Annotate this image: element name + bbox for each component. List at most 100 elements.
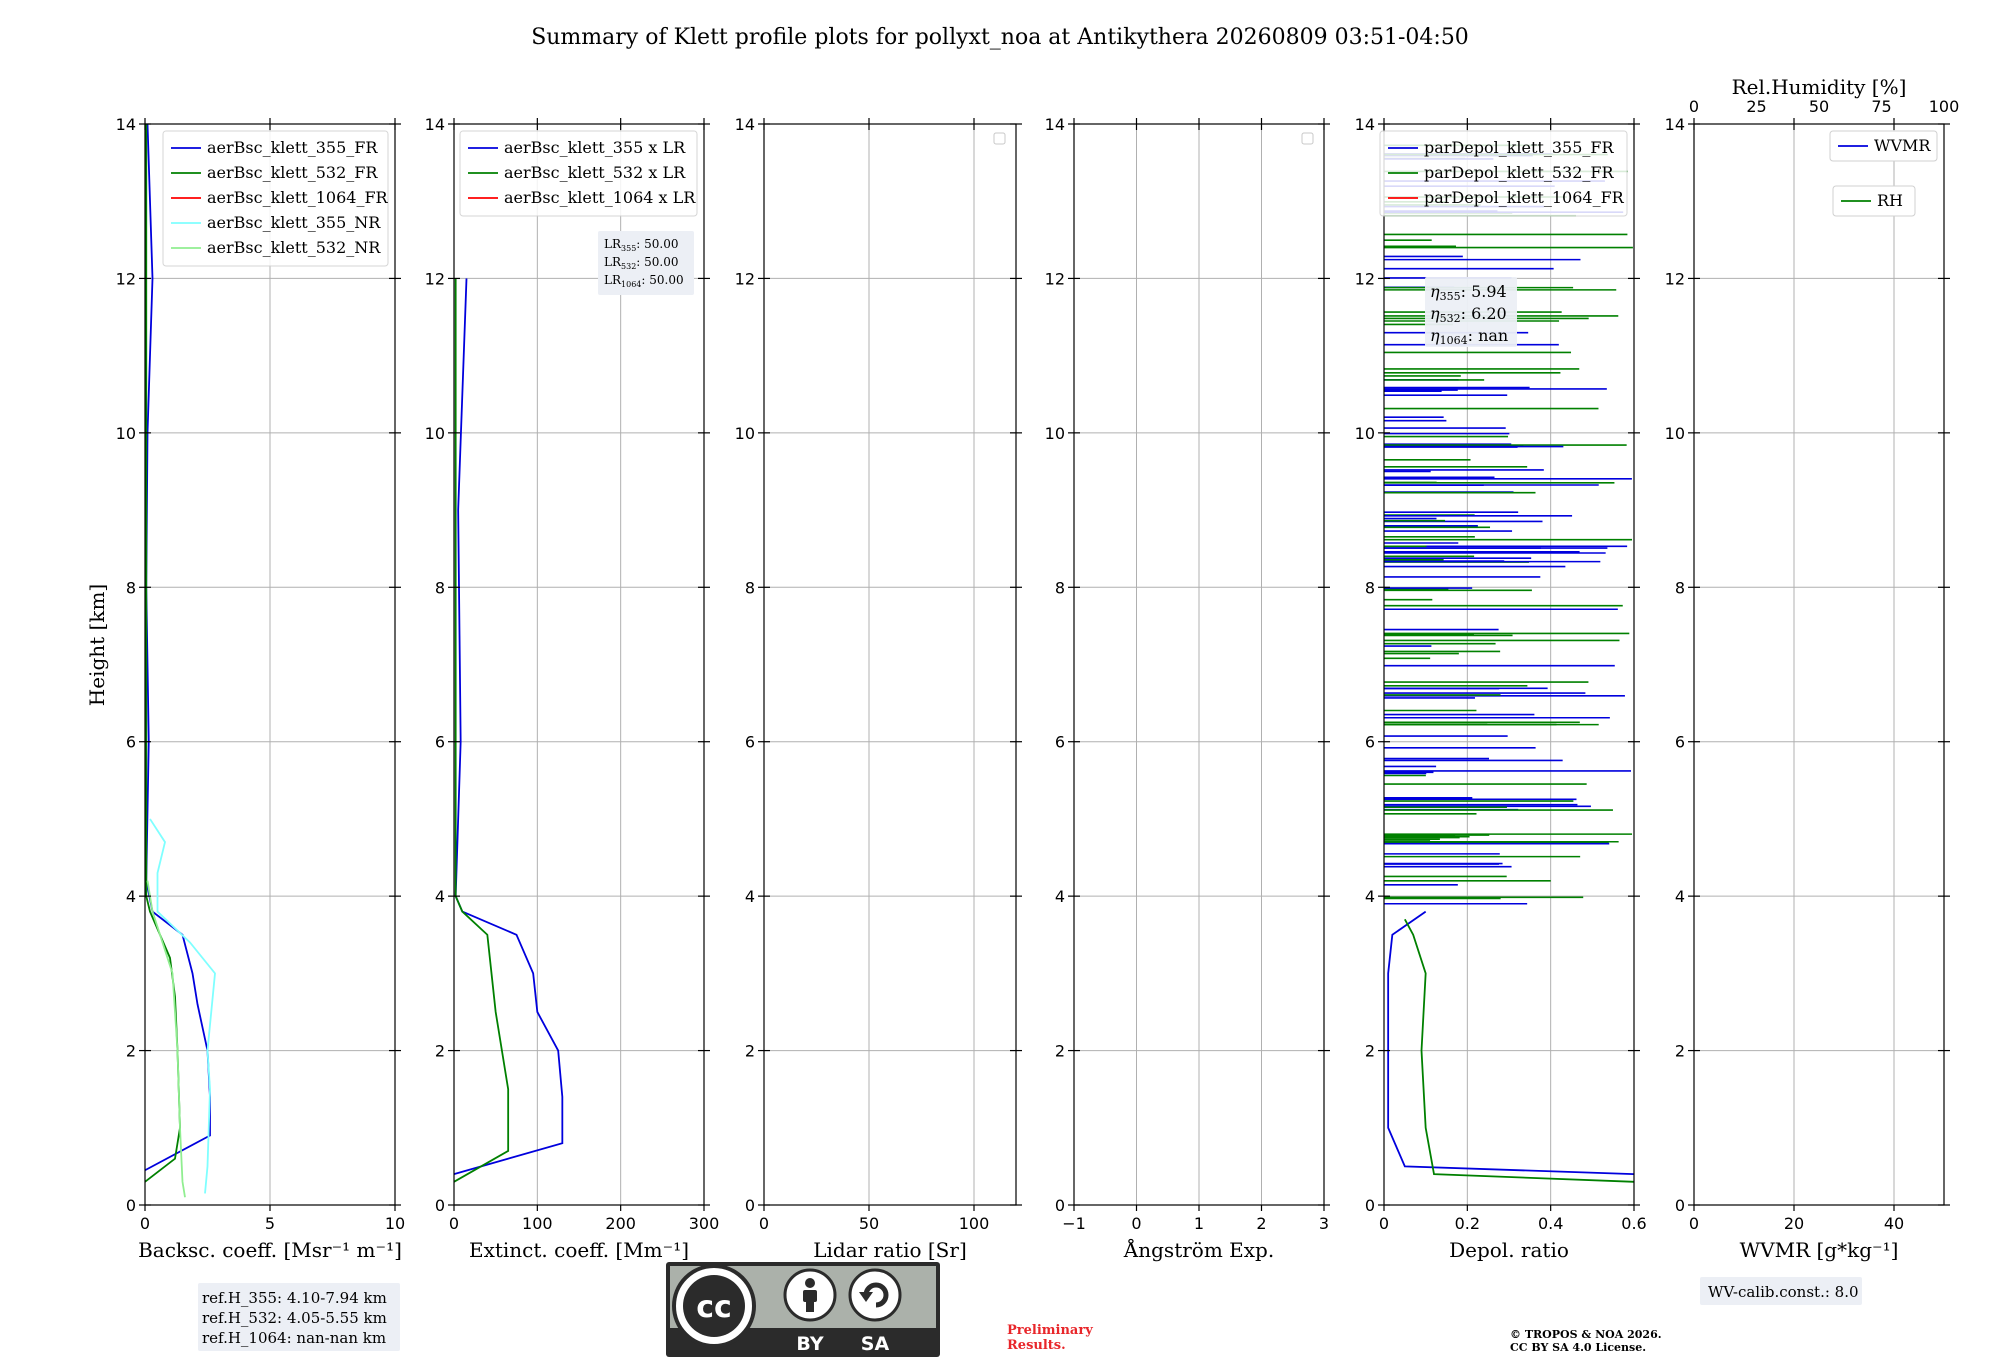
x-tick-label: 0.2 — [1455, 1214, 1480, 1233]
eta532-value: 6.20 — [1471, 304, 1507, 323]
panel-4: 02468101214−1 0 1 2 3Ångström Exp. — [1045, 115, 1330, 1262]
legend-label: aerBsc_klett_532_NR — [207, 238, 381, 257]
x-tick-label: 100 — [959, 1214, 990, 1233]
y-tick-label: 0 — [126, 1196, 136, 1215]
eta1064-value: nan — [1478, 326, 1508, 345]
x-axis-label: Backsc. coeff. [Msr⁻¹ m⁻¹] — [138, 1238, 402, 1262]
panel-6: 024681012140 20 40WVMR [g*kg⁻¹]0 25 50 75 100R… — [1665, 75, 1960, 1262]
y-tick-label: 6 — [1675, 733, 1685, 752]
empty-legend-box — [993, 132, 1006, 145]
y-tick-label: 14 — [425, 115, 445, 134]
y-tick-label: 8 — [745, 578, 755, 597]
y-tick-label: 8 — [435, 578, 445, 597]
x-axis-label: Extinct. coeff. [Mm⁻¹] — [469, 1238, 689, 1262]
series-line — [144, 123, 211, 1172]
copyright-line-1: © TROPOS & NOA 2026. — [1510, 1328, 1662, 1341]
y-tick-label: 2 — [1055, 1042, 1065, 1061]
x-tick-label: 50 — [859, 1214, 879, 1233]
license-badge: cc BY SA — [666, 1262, 940, 1357]
series-line — [144, 124, 181, 1183]
lr1064-value: 50.00 — [649, 273, 683, 287]
y-tick-label: 2 — [435, 1042, 445, 1061]
legend-label: parDepol_klett_532_FR — [1424, 163, 1615, 182]
ref-height-355: ref.H_355: 4.10-7.94 km — [202, 1289, 387, 1307]
x-tick-label: 40 — [1884, 1214, 1904, 1233]
cc-icon: cc — [696, 1290, 732, 1325]
plot-frame — [1693, 123, 1945, 1206]
y-tick-label: 14 — [116, 115, 136, 134]
legend-label: aerBsc_klett_532_FR — [207, 163, 378, 182]
y-tick-label: 8 — [1675, 578, 1685, 597]
y-tick-label: 10 — [425, 424, 445, 443]
y-tick-label: 10 — [1045, 424, 1065, 443]
legend-label: aerBsc_klett_1064_FR — [207, 188, 389, 207]
y-tick-label: 6 — [435, 733, 445, 752]
y-tick-label: 12 — [116, 269, 136, 288]
y-tick-label: 2 — [745, 1042, 755, 1061]
x-tick-label: 10 — [385, 1214, 405, 1233]
license-by-text: BY — [796, 1333, 823, 1355]
y-tick-label: 0 — [1365, 1196, 1375, 1215]
empty-legend-box — [1301, 132, 1314, 145]
lr355-label: LR355: 50.00 — [604, 237, 679, 253]
x-axis-label: Lidar ratio [Sr] — [813, 1238, 967, 1262]
x-axis-label: WVMR [g*kg⁻¹] — [1740, 1238, 1899, 1262]
y-tick-label: 0 — [1055, 1196, 1065, 1215]
y-tick-label: 4 — [1675, 887, 1685, 906]
y-tick-label: 14 — [735, 115, 755, 134]
by-icon — [783, 1268, 837, 1322]
wv-calib-text: WV-calib.const.: 8.0 — [1708, 1283, 1859, 1301]
lr532-label: LR532: 50.00 — [604, 255, 679, 271]
y-tick-label: 2 — [1675, 1042, 1685, 1061]
y-tick-label: 0 — [1675, 1196, 1685, 1215]
y-tick-label: 4 — [1365, 887, 1375, 906]
legend-label: RH — [1877, 191, 1903, 210]
series-line — [146, 880, 186, 1198]
lidar-ratio-box: LR355: 50.00 LR532: 50.00 LR1064: 50.00 — [598, 231, 694, 295]
legend-label: aerBsc_klett_355_FR — [207, 138, 378, 157]
y-axis-label: Height [km] — [85, 584, 109, 706]
x-tick-label: 2 — [1256, 1214, 1266, 1233]
legend-label: aerBsc_klett_355_NR — [207, 213, 381, 232]
y-tick-label: 14 — [1355, 115, 1375, 134]
y-tick-label: 6 — [1055, 733, 1065, 752]
y-tick-label: 10 — [735, 424, 755, 443]
y-tick-label: 10 — [1665, 424, 1685, 443]
legend-label: aerBsc_klett_355 x LR — [504, 138, 686, 157]
x-tick-label: 200 — [605, 1214, 636, 1233]
x2-axis-label: Rel.Humidity [%] — [1732, 75, 1907, 99]
y-tick-label: 2 — [1365, 1042, 1375, 1061]
y-tick-label: 12 — [1045, 269, 1065, 288]
x-tick-label: 5 — [265, 1214, 275, 1233]
y-tick-label: 4 — [745, 887, 755, 906]
sa-icon — [848, 1268, 902, 1322]
x2-tick-label: 0 — [1689, 97, 1699, 116]
figure-title: Summary of Klett profile plots for polly… — [531, 25, 1469, 50]
y-tick-label: 4 — [1055, 887, 1065, 906]
y-tick-label: 0 — [435, 1196, 445, 1215]
y-tick-label: 8 — [1055, 578, 1065, 597]
legend-label: WVMR — [1874, 136, 1931, 155]
x-axis-label: Depol. ratio — [1449, 1238, 1569, 1262]
y-tick-label: 10 — [116, 424, 136, 443]
ref-height-532: ref.H_532: 4.05-5.55 km — [202, 1309, 387, 1327]
panel-3: 0 2 4 6 8 10 12 14 0 50 100 Lidar ratio [Sr] — [735, 115, 1022, 1262]
y-tick-label: 6 — [745, 733, 755, 752]
x-tick-label: 300 — [689, 1214, 720, 1233]
lr532-value: 50.00 — [644, 255, 678, 269]
y-tick-label: 14 — [1045, 115, 1065, 134]
y-tick-label: 6 — [126, 733, 136, 752]
x-tick-label: −1 — [1062, 1214, 1086, 1233]
panel-1: 0 2 4 6 8 10 12 14 0 5 10 Backsc. coeff. [Msr⁻¹ m⁻¹… — [116, 115, 406, 1262]
legend-label: parDepol_klett_1064_FR — [1424, 188, 1625, 207]
y-tick-label: 12 — [1665, 269, 1685, 288]
x2-tick-label: 75 — [1871, 97, 1891, 116]
x-tick-label: 0 — [1689, 1214, 1699, 1233]
y-tick-label: 4 — [126, 887, 136, 906]
x-tick-label: 1 — [1194, 1214, 1204, 1233]
lr1064-label: LR1064: 50.00 — [604, 273, 684, 289]
x-tick-label: 0 — [140, 1214, 150, 1233]
x2-tick-label: 50 — [1809, 97, 1829, 116]
preliminary-line-2: Results. — [1007, 1338, 1066, 1353]
y-tick-label: 6 — [1365, 733, 1375, 752]
